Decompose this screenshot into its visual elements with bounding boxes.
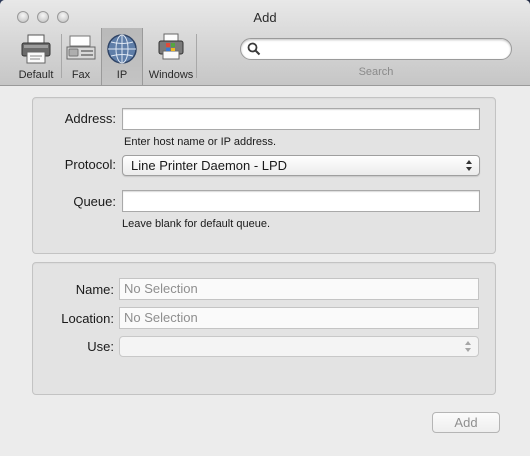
use-label: Use: [87, 339, 114, 354]
toolbar: Add Default Fax IP Windows Search [0, 0, 530, 86]
toolbar-item-ip[interactable]: IP [101, 28, 143, 85]
queue-hint: Leave blank for default queue. [122, 218, 271, 230]
address-label: Address: [64, 111, 116, 126]
location-label: Location: [61, 311, 114, 326]
search-icon [247, 42, 261, 56]
popup-arrows-icon [466, 160, 472, 171]
search-caption: Search [358, 66, 394, 78]
use-popup [119, 336, 479, 357]
toolbar-item-label: Default [18, 69, 54, 81]
address-hint: Enter host name or IP address. [124, 136, 277, 148]
protocol-popup[interactable]: Line Printer Daemon - LPD [122, 155, 480, 176]
search-field [240, 38, 512, 60]
globe-icon [107, 34, 137, 64]
queue-label: Queue: [73, 194, 116, 209]
toolbar-separator [196, 34, 197, 78]
protocol-selected: Line Printer Daemon - LPD [131, 158, 288, 173]
window-title: Add [253, 10, 277, 25]
address-field[interactable] [122, 108, 480, 130]
toolbar-item-label: IP [116, 69, 128, 81]
toolbar-item-fax[interactable]: Fax [62, 30, 100, 82]
toolbar-item-windows[interactable]: Windows [146, 30, 196, 82]
name-label: Name: [75, 282, 114, 297]
popup-arrows-icon [465, 341, 471, 352]
add-printer-window: Add Default Fax IP Windows Search Addres… [0, 0, 530, 456]
toolbar-item-label: Windows [148, 69, 194, 81]
location-field: No Selection [119, 307, 479, 329]
printer-icon [21, 34, 51, 64]
toolbar-item-label: Fax [71, 69, 91, 81]
name-field: No Selection [119, 278, 479, 300]
add-button[interactable]: Add [432, 412, 500, 433]
toolbar-separator [61, 34, 62, 78]
toolbar-item-default[interactable]: Default [13, 30, 59, 82]
fax-icon [66, 35, 96, 60]
windows-printer-icon [158, 33, 184, 60]
queue-field[interactable] [122, 190, 480, 212]
protocol-label: Protocol: [64, 157, 116, 172]
search-input[interactable] [240, 38, 512, 60]
